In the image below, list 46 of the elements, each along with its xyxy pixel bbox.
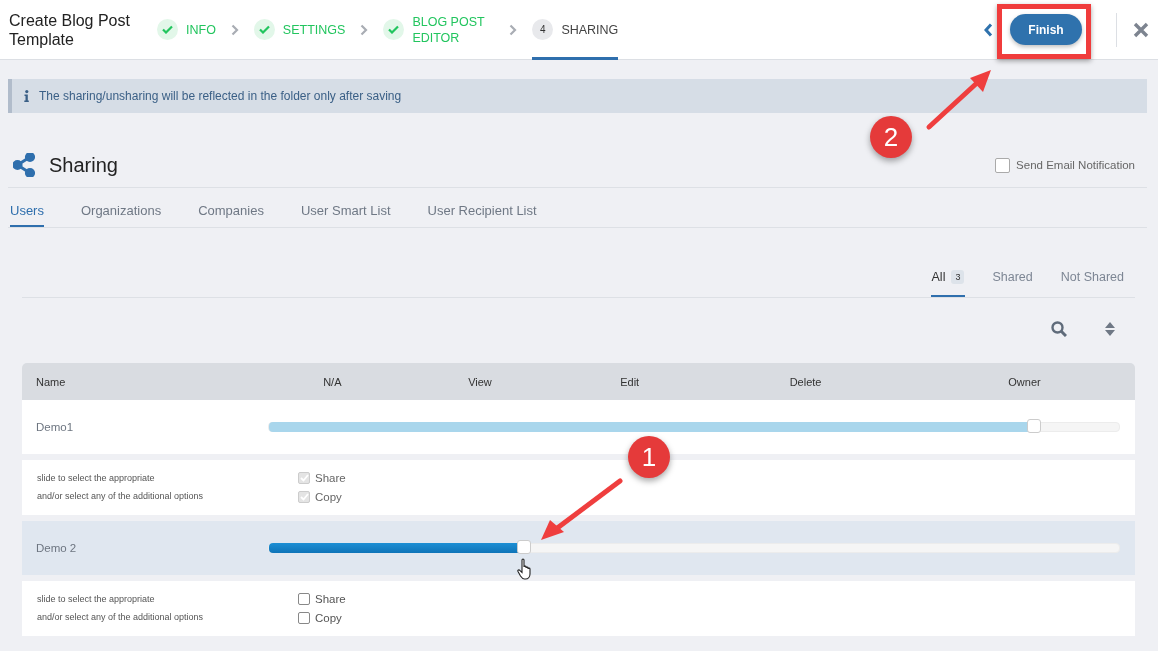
search-icon[interactable] xyxy=(1051,321,1067,337)
user-name: Demo1 xyxy=(22,400,267,454)
check-icon xyxy=(299,474,309,482)
option-checkbox[interactable]: Copy xyxy=(298,612,1134,624)
chevron-icon xyxy=(509,23,518,36)
chevron-icon xyxy=(230,23,239,36)
tab[interactable]: Companies xyxy=(198,188,264,227)
chevron-left-icon[interactable] xyxy=(984,22,993,37)
hint-text: slide to select the appropriate and/or select any of the additional options xyxy=(36,593,205,624)
tab[interactable]: User Recipient List xyxy=(427,188,537,227)
finish-button[interactable]: Finish xyxy=(1010,14,1082,45)
column-header: Delete xyxy=(697,363,915,400)
sort-icon[interactable] xyxy=(1105,322,1115,336)
info-message: The sharing/unsharing will be reflected in the folder only after saving xyxy=(39,89,402,103)
tab[interactable]: Users xyxy=(10,188,44,227)
filter-tab[interactable]: Shared xyxy=(991,270,1034,297)
close-icon[interactable] xyxy=(1133,21,1149,38)
column-header: Owner xyxy=(914,363,1135,400)
column-header: View xyxy=(397,363,563,400)
check-icon xyxy=(253,19,275,40)
tab[interactable]: Organizations xyxy=(80,188,162,227)
check-icon xyxy=(299,493,309,501)
send-email-checkbox[interactable]: Send Email Notification xyxy=(995,157,1135,173)
column-header: N/A xyxy=(267,363,398,400)
column-header: Edit xyxy=(562,363,697,400)
count-badge: 3 xyxy=(951,270,965,284)
filter-tab[interactable]: Not Shared xyxy=(1059,270,1125,297)
check-icon xyxy=(157,19,178,40)
step-number: 4 xyxy=(532,19,554,40)
permission-slider[interactable] xyxy=(268,543,1120,553)
share-icon xyxy=(13,153,35,177)
section-title: Sharing xyxy=(49,153,118,177)
wizard-step[interactable]: 4 SHARING xyxy=(532,0,619,60)
hint-text: slide to select the appropriate and/or select any of the additional options xyxy=(36,472,205,503)
slider-handle[interactable] xyxy=(517,540,531,554)
tab[interactable]: User Smart List xyxy=(300,188,391,227)
info-icon xyxy=(24,90,29,102)
callout-arrow xyxy=(926,70,991,130)
option-checkbox[interactable]: Share xyxy=(298,593,1134,605)
callout-badge: 2 xyxy=(870,116,912,158)
check-icon xyxy=(383,19,405,40)
column-header: Name xyxy=(22,363,267,400)
filter-tab[interactable]: All 3 xyxy=(930,270,966,297)
chevron-icon xyxy=(360,23,369,36)
user-name: Demo 2 xyxy=(22,521,267,575)
page-title: Create Blog Post Template xyxy=(9,10,131,49)
